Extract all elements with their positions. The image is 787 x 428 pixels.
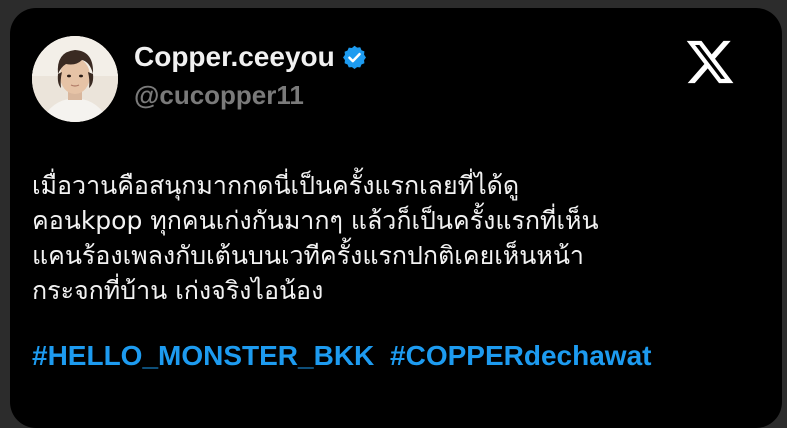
x-logo-icon[interactable]: [684, 36, 736, 88]
hashtag-row: #HELLO_MONSTER_BKK #COPPERdechawat: [32, 338, 651, 374]
post-card: Copper.ceeyou @cucopper11 เมื่อวานคือสนุ…: [10, 8, 782, 428]
profile-photo-icon: [32, 36, 118, 122]
author-avatar[interactable]: [32, 36, 118, 122]
post-text: เมื่อวานคือสนุกมากกดนี่เป็นครั้งแรกเลยที…: [32, 168, 767, 308]
post-text-line: คอนkpop ทุกคนเก่งกันมากๆ แล้วก็เป็นครั้ง…: [32, 206, 599, 235]
hashtag-link[interactable]: #COPPERdechawat: [390, 340, 651, 371]
author-handle[interactable]: @cucopper11: [134, 80, 304, 110]
verified-badge-icon: [341, 44, 368, 71]
post-text-line: กระจกที่บ้าน เก่งจริงไอน้อง: [32, 276, 324, 305]
hashtag-link[interactable]: #HELLO_MONSTER_BKK: [32, 340, 374, 371]
author-name-row: Copper.ceeyou: [134, 41, 368, 73]
post-text-line: เมื่อวานคือสนุกมากกดนี่เป็นครั้งแรกเลยที…: [32, 171, 520, 200]
author-display-name[interactable]: Copper.ceeyou: [134, 41, 335, 73]
post-text-line: แคนร้องเพลงกับเต้นบนเวทีครั้งแรกปกติเคยเ…: [32, 241, 584, 270]
